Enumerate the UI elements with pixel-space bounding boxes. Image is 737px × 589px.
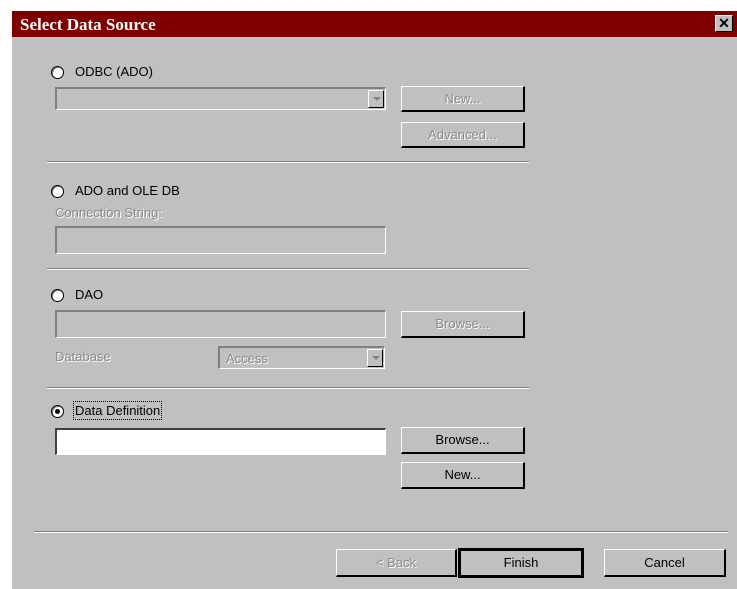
ado-oledb-radio-label[interactable]: ADO and OLE DB (75, 183, 180, 198)
odbc-radio[interactable] (51, 66, 64, 79)
connection-string-label: Connection String: (55, 205, 162, 220)
database-type-value: Access (226, 351, 268, 366)
separator (47, 161, 529, 163)
chevron-down-icon[interactable] (368, 90, 384, 108)
data-definition-radio-label[interactable]: Data Definition (72, 401, 163, 420)
odbc-dsn-dropdown[interactable] (55, 87, 386, 110)
separator (47, 268, 529, 270)
dao-browse-button[interactable]: Browse... (401, 311, 525, 338)
data-definition-browse-button-label: Browse... (435, 432, 490, 447)
finish-button-label: Finish (503, 555, 539, 570)
radio-selected-dot (55, 409, 60, 414)
dao-database-path-input[interactable] (55, 310, 386, 338)
close-button[interactable]: ✕ (715, 15, 733, 32)
separator (47, 387, 529, 389)
dao-browse-button-label: Browse... (435, 316, 490, 331)
ado-oledb-radio[interactable] (51, 185, 64, 198)
odbc-radio-label[interactable]: ODBC (ADO) (75, 64, 153, 79)
chevron-down-icon[interactable] (367, 349, 383, 367)
dao-radio-label[interactable]: DAO (75, 287, 103, 302)
dao-radio[interactable] (51, 289, 64, 302)
back-button[interactable]: < Back (336, 549, 457, 577)
odbc-new-button[interactable]: New... (401, 86, 525, 112)
cancel-button[interactable]: Cancel (604, 549, 726, 577)
data-definition-path-input[interactable] (55, 428, 386, 455)
data-definition-new-button[interactable]: New... (401, 462, 525, 489)
connection-string-input[interactable] (55, 226, 386, 254)
odbc-advanced-button-label: Advanced... (428, 127, 497, 142)
odbc-advanced-button[interactable]: Advanced... (401, 122, 525, 148)
window-title: Select Data Source (20, 15, 156, 34)
database-type-label: Database (55, 349, 111, 364)
back-button-label: < Back (375, 555, 417, 570)
data-definition-radio[interactable] (51, 405, 64, 418)
footer-separator (34, 531, 728, 533)
close-icon: ✕ (718, 15, 730, 31)
data-definition-browse-button[interactable]: Browse... (401, 427, 525, 454)
odbc-new-button-label: New... (444, 91, 481, 106)
cancel-button-label: Cancel (644, 555, 685, 570)
data-definition-new-button-label: New... (444, 467, 481, 482)
database-type-dropdown[interactable]: Access (218, 346, 385, 369)
finish-button[interactable]: Finish (458, 548, 584, 578)
title-bar[interactable]: Select Data Source ✕ (12, 11, 737, 37)
